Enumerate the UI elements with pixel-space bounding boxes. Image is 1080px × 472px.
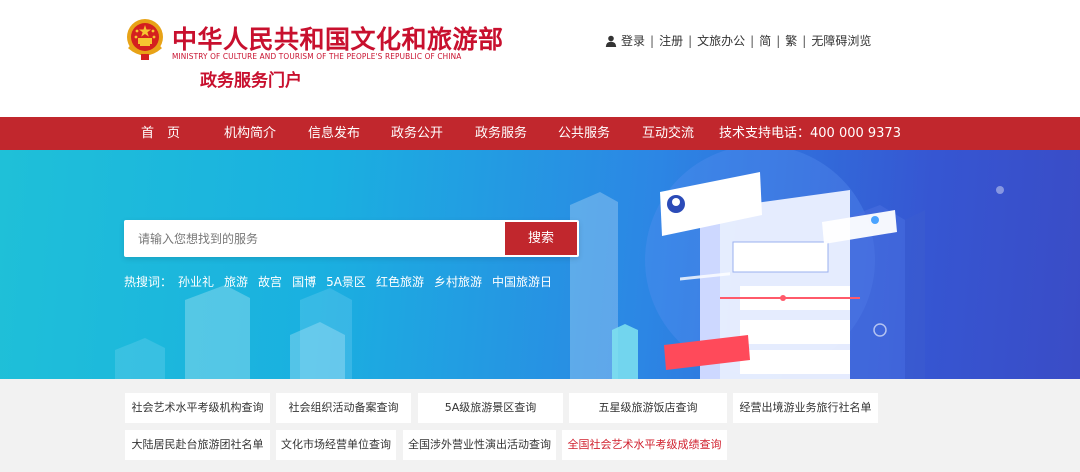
hot-word[interactable]: 乡村旅游 bbox=[434, 273, 482, 290]
quick-link-art-grading-results[interactable]: 全国社会艺术水平考级成绩查询 bbox=[562, 430, 727, 460]
support-hotline: 技术支持电话：400 000 9373 bbox=[719, 126, 901, 141]
separator: | bbox=[750, 33, 755, 48]
separator: | bbox=[802, 33, 807, 48]
quick-links: 社会艺术水平考级机构查询 社会组织活动备案查询 5A级旅游景区查询 五星级旅游饭… bbox=[0, 379, 1080, 472]
site-header: 中华人民共和国文化和旅游部 MINISTRY OF CULTURE AND TO… bbox=[0, 0, 1080, 117]
top-links: 登录 | 注册 | 文旅办公 | 简 | 繁 | 无障碍浏览 bbox=[605, 32, 871, 49]
hot-word[interactable]: 中国旅游日 bbox=[492, 273, 552, 290]
hot-search-label: 热搜词： bbox=[124, 275, 173, 289]
banner-illustration bbox=[115, 150, 1004, 379]
nav-item-news[interactable]: 信息发布 bbox=[308, 117, 360, 150]
quick-link-art-grading-institutions[interactable]: 社会艺术水平考级机构查询 bbox=[125, 393, 270, 423]
nav-item-gov-services[interactable]: 政务服务 bbox=[475, 117, 527, 150]
site-title[interactable]: 中华人民共和国文化和旅游部 bbox=[172, 20, 504, 56]
search-input[interactable] bbox=[124, 220, 504, 257]
nav-item-about[interactable]: 机构简介 bbox=[224, 117, 276, 150]
separator: | bbox=[688, 33, 693, 48]
simplified-chinese-link[interactable]: 简 bbox=[759, 32, 771, 49]
traditional-chinese-link[interactable]: 繁 bbox=[785, 32, 797, 49]
hot-word[interactable]: 国博 bbox=[292, 273, 316, 290]
main-nav: 首 页 机构简介 信息发布 政务公开 政务服务 公共服务 互动交流 技术支持电话… bbox=[0, 117, 1080, 150]
quick-link-outbound-travel-agencies[interactable]: 经营出境游业务旅行社名单 bbox=[733, 393, 878, 423]
separator: | bbox=[650, 33, 655, 48]
hot-word[interactable]: 5A景区 bbox=[326, 273, 366, 290]
accessibility-link[interactable]: 无障碍浏览 bbox=[811, 32, 871, 49]
national-emblem-icon[interactable] bbox=[125, 17, 165, 61]
quick-link-five-star-hotels[interactable]: 五星级旅游饭店查询 bbox=[569, 393, 727, 423]
hot-word[interactable]: 红色旅游 bbox=[376, 273, 424, 290]
quick-link-culture-market-units[interactable]: 文化市场经营单位查询 bbox=[276, 430, 396, 460]
nav-item-interaction[interactable]: 互动交流 bbox=[642, 117, 694, 150]
hero-banner: 搜索 热搜词： 孙业礼 旅游 故宫 国博 5A景区 红色旅游 乡村旅游 中国旅游… bbox=[0, 150, 1080, 379]
user-icon bbox=[605, 35, 617, 47]
portal-subtitle: 政务服务门户 bbox=[200, 71, 302, 91]
login-link[interactable]: 登录 bbox=[621, 32, 645, 49]
hot-word[interactable]: 孙业礼 bbox=[178, 273, 214, 290]
quick-link-social-org-activities[interactable]: 社会组织活动备案查询 bbox=[276, 393, 411, 423]
hot-word[interactable]: 旅游 bbox=[224, 273, 248, 290]
hot-word[interactable]: 故宫 bbox=[258, 273, 282, 290]
register-link[interactable]: 注册 bbox=[659, 32, 683, 49]
nav-item-public-services[interactable]: 公共服务 bbox=[558, 117, 610, 150]
office-link[interactable]: 文旅办公 bbox=[697, 32, 745, 49]
separator: | bbox=[776, 33, 781, 48]
quick-link-foreign-performances[interactable]: 全国涉外营业性演出活动查询 bbox=[403, 430, 556, 460]
quick-link-5a-scenic-spots[interactable]: 5A级旅游景区查询 bbox=[418, 393, 563, 423]
site-title-english: MINISTRY OF CULTURE AND TOURISM OF THE P… bbox=[172, 52, 462, 61]
hot-search-words: 热搜词： 孙业礼 旅游 故宫 国博 5A景区 红色旅游 乡村旅游 中国旅游日 bbox=[124, 273, 562, 290]
search-button[interactable]: 搜索 bbox=[505, 222, 577, 255]
search-box: 搜索 bbox=[124, 220, 579, 257]
quick-link-taiwan-tour-agencies[interactable]: 大陆居民赴台旅游团社名单 bbox=[125, 430, 270, 460]
nav-item-disclosure[interactable]: 政务公开 bbox=[391, 117, 443, 150]
nav-item-home[interactable]: 首 页 bbox=[141, 117, 180, 150]
